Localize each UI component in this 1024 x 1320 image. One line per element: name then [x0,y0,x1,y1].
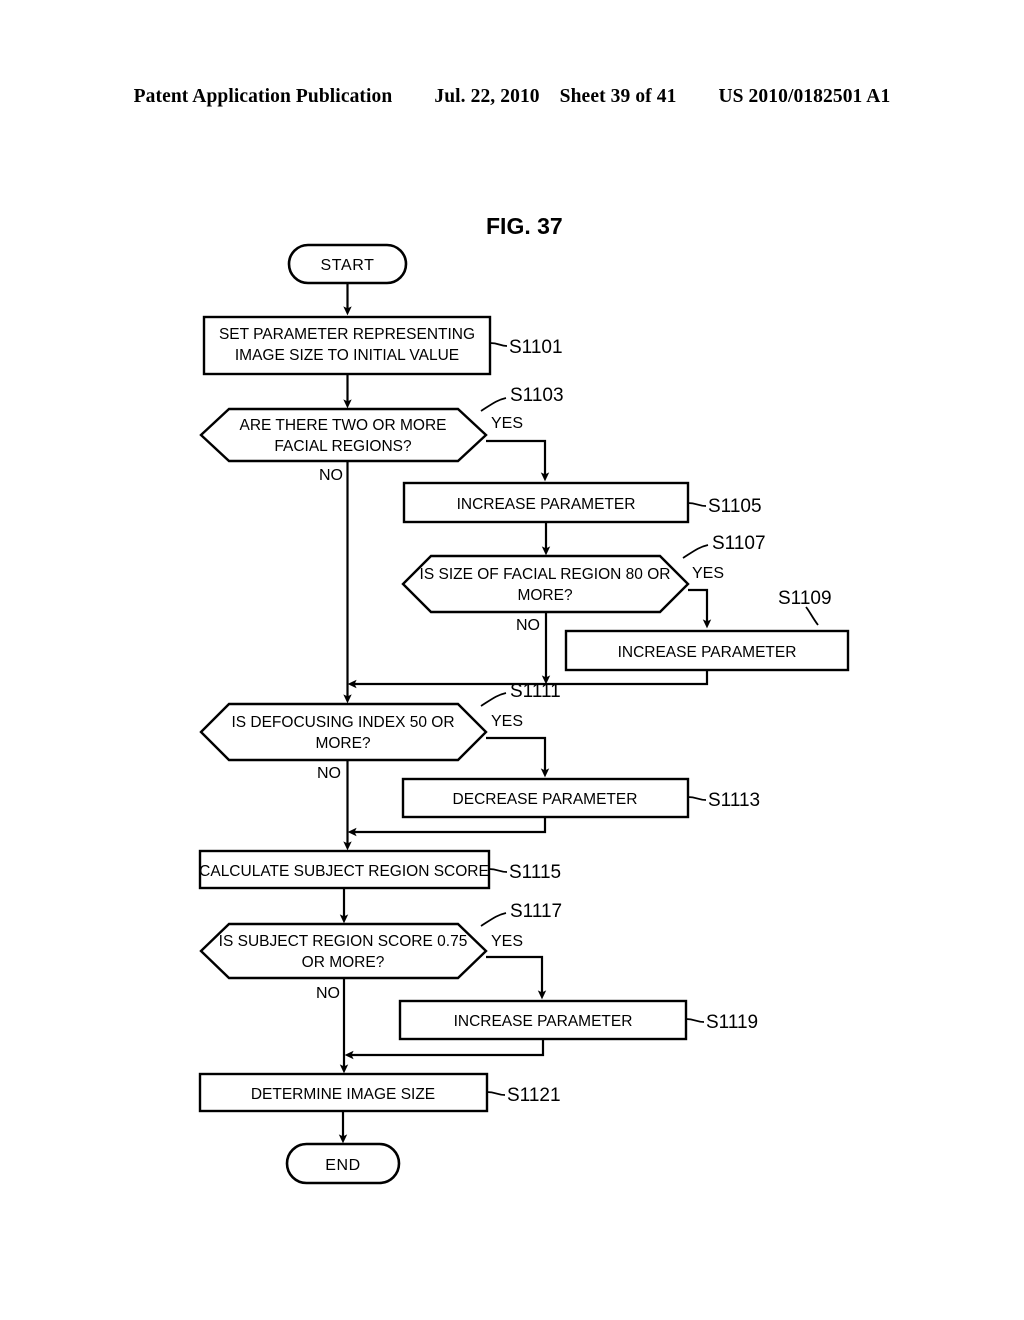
node-s1101-line-2: IMAGE SIZE TO INITIAL VALUE [235,347,459,364]
leader-s1119 [685,1018,705,1023]
branch-label-s1117-no: NO [316,985,340,1002]
leader-s1101 [489,342,508,347]
node-s1113: DECREASE PARAMETER [401,777,690,819]
branch-label-s1117-yes: YES [491,933,523,950]
node-s1121-line-1: DETERMINE IMAGE SIZE [251,1086,435,1103]
branch-label-s1103-no: NO [319,467,343,484]
branch-label-s1111-yes: YES [491,713,523,730]
connector-s1111-yes-to-s1113 [486,736,550,778]
connector-s1113-merge [347,817,547,837]
node-s1105: INCREASE PARAMETER [402,481,690,524]
leader-s1111 [480,692,507,707]
connector-s1103-yes-to-s1105 [486,439,550,482]
node-end: END [285,1142,401,1185]
step-label-s1107: S1107 [712,533,766,554]
step-label-s1121: S1121 [507,1085,561,1106]
step-label-s1101: S1101 [509,337,563,358]
node-s1111-line-2: MORE? [315,735,371,752]
node-s1117-line-2: OR MORE? [302,954,385,971]
node-s1117-line-1: IS SUBJECT REGION SCORE 0.75 [219,933,468,950]
connector-s1117-yes-to-s1119 [486,955,547,1000]
node-s1119-line-1: INCREASE PARAMETER [454,1013,633,1030]
step-label-s1109: S1109 [778,588,832,609]
branch-label-s1111-no: NO [317,765,341,782]
leader-s1105 [687,502,707,507]
node-s1107-line-2: MORE? [517,587,573,604]
leader-s1121 [486,1091,506,1096]
node-s1101-line-1: SET PARAMETER REPRESENTING [219,326,475,343]
node-s1103-line-2: FACIAL REGIONS? [274,438,412,455]
node-s1109: INCREASE PARAMETER [564,629,850,672]
node-start: START [287,243,408,285]
leader-s1109 [805,606,819,626]
step-label-s1111: S1111 [510,681,561,702]
node-s1115: CALCULATE SUBJECT REGION SCORE [198,849,491,890]
leader-s1113 [687,796,707,801]
flowchart-diagram: START SET PARAMETER REPRESENTING IMAGE S… [198,243,850,1185]
leader-s1117 [480,912,507,927]
node-s1105-line-1: INCREASE PARAMETER [457,496,636,513]
connector-s1107-yes-to-s1109 [688,588,712,629]
node-s1103-line-1: ARE THERE TWO OR MORE [240,417,447,434]
node-s1111: IS DEFOCUSING INDEX 50 OR MORE? [199,702,488,762]
leader-s1107 [682,544,709,559]
node-s1115-line-1: CALCULATE SUBJECT REGION SCORE [199,863,489,880]
node-s1109-line-1: INCREASE PARAMETER [618,644,797,661]
step-label-s1117: S1117 [510,901,562,922]
node-s1121: DETERMINE IMAGE SIZE [198,1072,489,1113]
connector-s1119-merge [344,1039,545,1060]
branch-label-s1107-yes: YES [692,565,724,582]
leader-s1103 [480,397,507,412]
branch-label-s1103-yes: YES [491,415,523,432]
node-s1113-line-1: DECREASE PARAMETER [453,791,638,808]
node-start-label: START [321,257,375,274]
patent-page: Patent Application Publication Jul. 22, … [0,0,1024,1320]
node-s1117: IS SUBJECT REGION SCORE 0.75 OR MORE? [199,922,488,980]
node-s1103: ARE THERE TWO OR MORE FACIAL REGIONS? [199,407,488,463]
node-s1119: INCREASE PARAMETER [398,999,688,1041]
node-s1107: IS SIZE OF FACIAL REGION 80 OR MORE? [401,554,690,614]
node-s1111-line-1: IS DEFOCUSING INDEX 50 OR [231,714,454,731]
step-label-s1103: S1103 [510,385,564,406]
branch-label-s1107-no: NO [516,617,540,634]
node-end-label: END [325,1157,361,1174]
step-label-s1115: S1115 [509,862,561,883]
leader-s1115 [488,868,508,873]
node-s1101: SET PARAMETER REPRESENTING IMAGE SIZE TO… [202,315,492,376]
step-label-s1105: S1105 [708,496,762,517]
step-label-s1119: S1119 [706,1012,758,1033]
step-label-s1113: S1113 [708,790,760,811]
node-s1107-line-1: IS SIZE OF FACIAL REGION 80 OR [420,566,671,583]
